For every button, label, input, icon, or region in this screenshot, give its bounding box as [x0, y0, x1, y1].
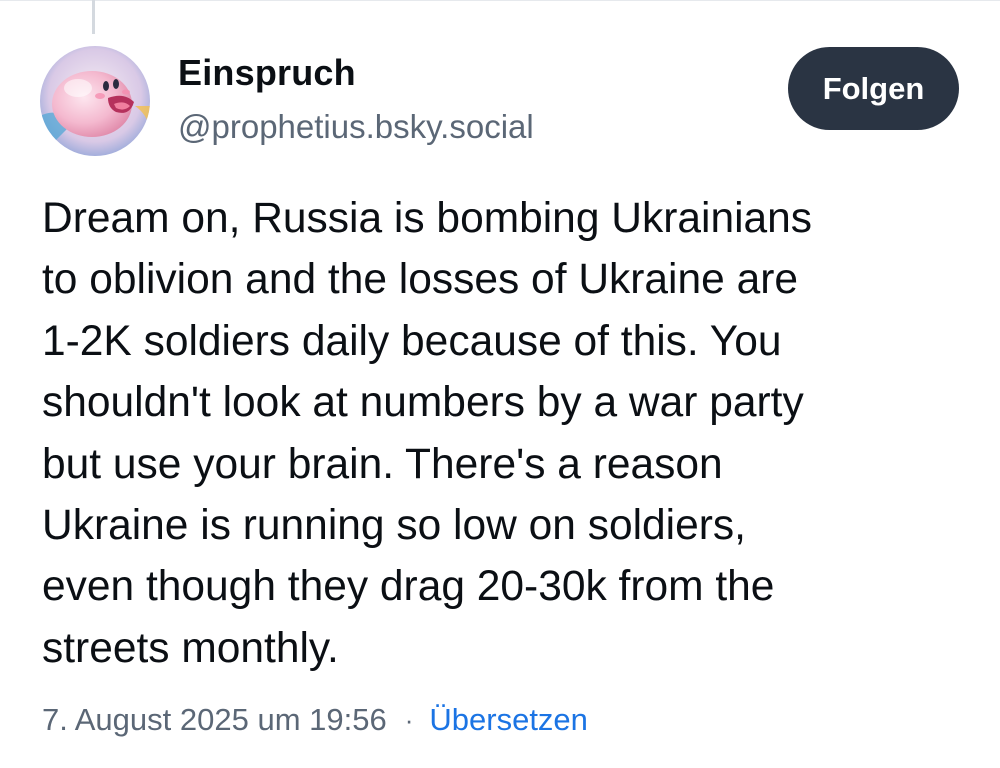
post-text: Dream on, Russia is bombing Ukrainians t… — [42, 195, 813, 672]
avatar-image — [40, 46, 150, 156]
thread-connector-line — [92, 0, 95, 34]
top-divider — [0, 0, 1000, 1]
avatar[interactable] — [40, 46, 150, 156]
translate-link[interactable]: Übersetzen — [429, 702, 588, 738]
post-timestamp[interactable]: 7. August 2025 um 19:56 — [42, 702, 387, 738]
meta-separator: · — [404, 704, 414, 735]
follow-button[interactable]: Folgen — [788, 47, 959, 130]
post-meta: 7. August 2025 um 19:56 · Übersetzen — [42, 702, 588, 738]
author-display-name[interactable]: Einspruch — [178, 52, 356, 94]
author-handle[interactable]: @prophetius.bsky.social — [178, 108, 534, 146]
